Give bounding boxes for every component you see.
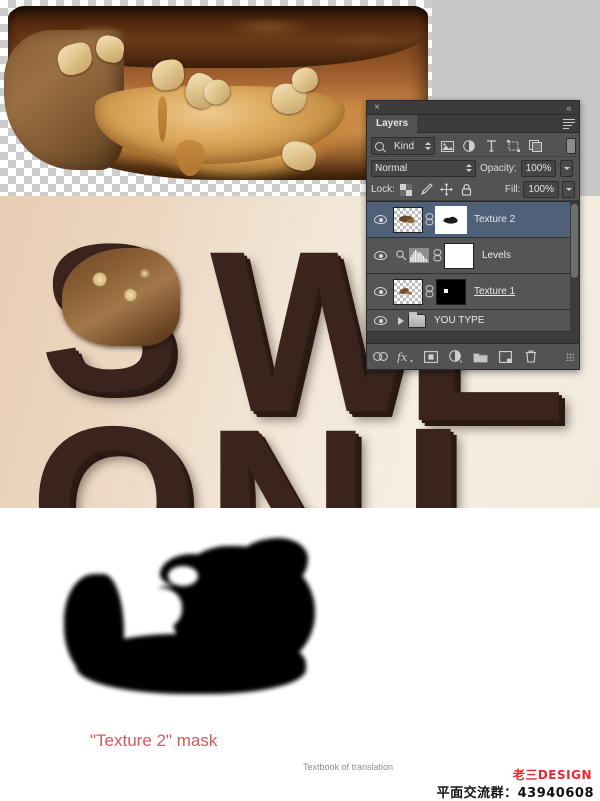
fill-input[interactable]: 100% [523,181,559,198]
link-mask-icon[interactable] [431,243,444,269]
panel-menu-icon[interactable] [563,119,575,129]
adjustment-layer-icon-group[interactable] [393,243,431,269]
watermark-logo: 老三DESIGN [512,768,592,782]
eye-icon [373,215,387,224]
smartobject-filter-icon[interactable] [525,137,545,155]
link-mask-icon[interactable] [423,279,436,305]
lock-image-pixels-icon[interactable] [418,181,435,198]
blend-opacity-row[interactable]: Normal Opacity: 100% [367,157,579,179]
fill-chevron-down-icon[interactable] [562,181,575,198]
screenshot-canvas: S W E O N L "Texture 2" mask Textbook of… [0,0,600,801]
mask-blob-part [236,538,308,584]
layer-visibility-toggle[interactable] [367,238,393,273]
mask-caption: "Texture 2" mask [90,731,218,750]
layer-name[interactable]: Texture 2 [474,214,515,225]
levels-histogram-icon [408,248,429,263]
fill-label: Fill: [504,184,521,195]
layer-group-row[interactable]: YOU TYPE [367,310,579,332]
adjustment-badge-icon [395,250,406,261]
layer-list-scrollbar-track[interactable] [570,202,579,343]
eye-icon [373,316,387,325]
artwork-letter: L [400,391,547,508]
lock-transparent-pixels-icon[interactable] [398,181,415,198]
mask-blob-hole [152,614,168,628]
link-layers-icon[interactable] [372,348,389,365]
textbook-caption: Textbook of translation [303,762,394,772]
lock-label: Lock: [371,184,395,195]
new-layer-icon[interactable] [497,348,514,365]
mask-blob-shape [40,526,340,696]
layer-row[interactable]: Texture 1 [367,274,579,310]
layer-name[interactable]: Texture 1 [474,286,515,297]
layer-row[interactable]: Levels [367,238,579,274]
mask-preview-section [0,508,600,728]
layer-list-scrollbar-thumb[interactable] [571,204,578,278]
eye-icon [373,251,387,260]
svg-text:fx: fx [397,351,408,363]
layer-mask-thumbnail[interactable] [435,205,467,234]
layer-row[interactable]: Texture 2 [367,202,579,238]
layer-visibility-toggle[interactable] [367,202,393,237]
layer-mask-thumbnail[interactable] [436,278,466,305]
panel-tab-row[interactable]: Layers [367,115,579,133]
layer-visibility-toggle[interactable] [367,274,393,309]
chevron-right-icon[interactable] [398,316,404,325]
opacity-label: Opacity: [480,162,517,174]
pixel-filter-icon[interactable] [437,137,457,155]
lock-all-icon[interactable] [458,181,475,198]
chevron-updown-icon[interactable] [465,164,472,172]
link-mask-icon[interactable] [423,207,436,233]
collapse-panel-icon[interactable]: « [562,101,576,115]
layer-name[interactable]: Levels [482,250,511,261]
layer-list[interactable]: Texture 2 Levels Texture 1 YOU TYPE [367,201,579,343]
layer-style-fx-icon[interactable]: fx [397,348,414,365]
chocolate-texture-bite [62,248,180,346]
new-group-icon[interactable] [472,348,489,365]
layer-thumbnail[interactable] [393,206,423,233]
chevron-updown-icon[interactable] [424,142,431,150]
lock-fill-row[interactable]: Lock: Fill: 100% [367,179,579,201]
tab-layers[interactable]: Layers [367,115,418,133]
mask-blob-hole [168,566,198,586]
layer-filter-row[interactable]: Kind [367,133,579,157]
new-adjustment-layer-icon[interactable] [447,348,464,365]
eye-icon [373,287,387,296]
filter-enable-toggle[interactable] [566,138,576,154]
blend-mode-value: Normal [375,162,408,174]
layer-thumbnail[interactable] [393,278,423,305]
layer-group-name[interactable]: YOU TYPE [434,315,484,326]
opacity-chevron-down-icon[interactable] [560,159,574,177]
watermark-qq-group: 平面交流群：43940608 [436,786,594,801]
type-filter-icon[interactable] [481,137,501,155]
panel-resize-handle[interactable] [569,359,579,369]
folder-icon [408,311,426,328]
layers-panel[interactable]: × « Layers Kind Normal Opacity: 100% Loc… [366,100,580,370]
layers-panel-footer[interactable]: fx [367,343,579,369]
shape-filter-icon[interactable] [503,137,523,155]
delete-layer-icon[interactable] [522,348,539,365]
artwork-letter: O [30,381,197,508]
lock-position-icon[interactable] [438,181,455,198]
filter-kind-dropdown[interactable]: Kind [371,137,435,155]
blend-mode-dropdown[interactable]: Normal [371,159,476,177]
layer-visibility-toggle[interactable] [367,310,393,331]
filter-kind-label: Kind [393,140,414,152]
close-icon[interactable]: × [371,101,383,115]
layer-mask-thumbnail[interactable] [444,242,474,269]
panel-title-bar[interactable]: × « [367,101,579,115]
artwork-letter: N [205,394,371,508]
opacity-input[interactable]: 100% [520,159,557,177]
adjustment-filter-icon[interactable] [459,137,479,155]
add-layer-mask-icon[interactable] [422,348,439,365]
search-icon [375,141,384,151]
